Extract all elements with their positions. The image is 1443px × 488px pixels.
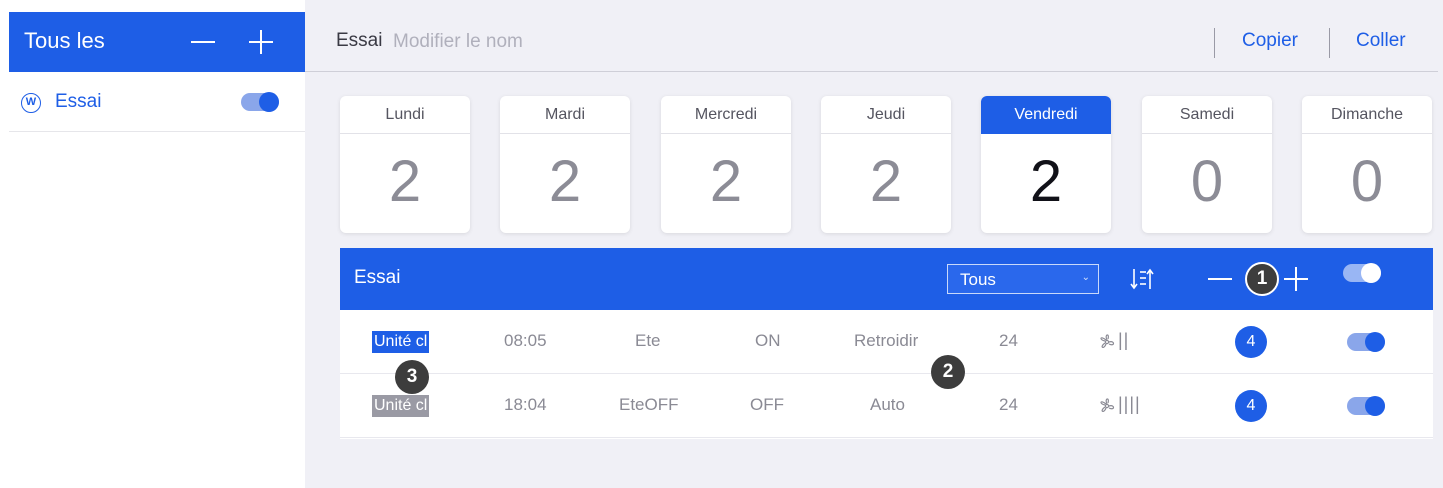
minus-icon <box>1208 278 1232 280</box>
table-row[interactable]: Unité cl 18:04 EteOFF OFF Auto 24 |||| 4 <box>340 374 1433 438</box>
fan-icon <box>1100 398 1115 412</box>
add-program-button[interactable] <box>243 24 279 60</box>
fan-speed-bars: |||| <box>1118 394 1141 414</box>
day-event-count: 2 <box>548 149 582 214</box>
minus-icon <box>191 41 215 43</box>
app-window: Tous les W Essai Essai Copier Coller <box>0 0 1443 488</box>
callout-marker-2: 2 <box>931 355 965 389</box>
event-toggle[interactable] <box>1347 396 1385 416</box>
toolbar-divider <box>1214 28 1215 58</box>
event-time: 18:04 <box>504 395 547 414</box>
program-name: Essai <box>336 30 383 51</box>
sidebar-title: Tous les <box>24 28 105 53</box>
callout-marker-3: 3 <box>395 360 429 394</box>
day-name: Mardi <box>500 96 630 134</box>
sidebar-header: Tous les <box>9 12 305 72</box>
day-event-count: 2 <box>709 149 743 214</box>
day-card-lundi[interactable]: Lundi 2 <box>340 96 470 233</box>
toolbar-divider <box>1329 28 1330 58</box>
day-name: Lundi <box>340 96 470 134</box>
schedule-title: Essai <box>354 267 401 288</box>
callout-marker-1: 1 <box>1245 262 1279 296</box>
schedule-toggle[interactable] <box>1343 263 1381 283</box>
event-season: Ete <box>635 331 661 350</box>
event-temperature: 24 <box>999 395 1018 414</box>
program-toggle[interactable] <box>241 92 279 112</box>
day-name: Samedi <box>1142 96 1272 134</box>
day-event-count: 2 <box>1029 149 1063 214</box>
device-count-badge[interactable]: 4 <box>1235 390 1267 422</box>
day-card-vendredi[interactable]: Vendredi 2 <box>981 96 1111 233</box>
device-count-badge[interactable]: 4 <box>1235 326 1267 358</box>
table-row[interactable]: Unité cl 08:05 Ete ON Retroidir 24 || 4 <box>340 310 1433 374</box>
event-toggle[interactable] <box>1347 332 1385 352</box>
day-name: Jeudi <box>821 96 951 134</box>
unit-tag[interactable]: Unité cl <box>372 395 430 417</box>
remove-program-button[interactable] <box>185 24 221 60</box>
program-toolbar: Essai Copier Coller <box>305 12 1438 72</box>
filter-selected-value: Tous <box>960 270 996 289</box>
event-time: 08:05 <box>504 331 547 350</box>
rename-input[interactable] <box>393 28 653 56</box>
add-event-button[interactable] <box>1279 262 1313 296</box>
event-mode: Auto <box>870 395 905 414</box>
day-card-mardi[interactable]: Mardi 2 <box>500 96 630 233</box>
event-power: ON <box>755 331 781 350</box>
main-panel: Essai Copier Coller Lundi 2 Mardi 2 Merc… <box>305 0 1443 488</box>
unit-filter-select[interactable]: Tous ⌄ <box>947 264 1099 294</box>
event-season: EteOFF <box>619 395 679 414</box>
day-event-count: 2 <box>388 149 422 214</box>
paste-button[interactable]: Coller <box>1356 30 1406 52</box>
day-name: Dimanche <box>1302 96 1432 134</box>
day-event-count: 0 <box>1350 149 1384 214</box>
day-card-mercredi[interactable]: Mercredi 2 <box>661 96 791 233</box>
day-name: Vendredi <box>981 96 1111 134</box>
day-event-count: 2 <box>869 149 903 214</box>
sidebar-item-essai[interactable]: W Essai <box>9 72 305 132</box>
chevron-down-icon: ⌄ <box>1081 272 1090 283</box>
event-power: OFF <box>750 395 784 414</box>
copy-button[interactable]: Copier <box>1242 30 1298 52</box>
sidebar-item-label: Essai <box>55 91 102 112</box>
day-event-count: 0 <box>1190 149 1224 214</box>
event-temperature: 24 <box>999 331 1018 350</box>
day-name: Mercredi <box>661 96 791 134</box>
remove-event-button[interactable] <box>1203 262 1237 296</box>
sort-icon[interactable] <box>1130 266 1154 292</box>
fan-icon <box>1100 334 1115 348</box>
fan-speed-bars: || <box>1118 330 1130 350</box>
fan-speed-indicator: |||| <box>1098 394 1152 418</box>
day-card-jeudi[interactable]: Jeudi 2 <box>821 96 951 233</box>
fan-speed-indicator: || <box>1098 330 1152 354</box>
day-card-samedi[interactable]: Samedi 0 <box>1142 96 1272 233</box>
sidebar: Tous les W Essai <box>9 12 309 488</box>
unit-tag[interactable]: Unité cl <box>372 331 430 353</box>
w-icon: W <box>21 93 41 113</box>
day-card-dimanche[interactable]: Dimanche 0 <box>1302 96 1432 233</box>
event-mode: Retroidir <box>854 331 919 350</box>
